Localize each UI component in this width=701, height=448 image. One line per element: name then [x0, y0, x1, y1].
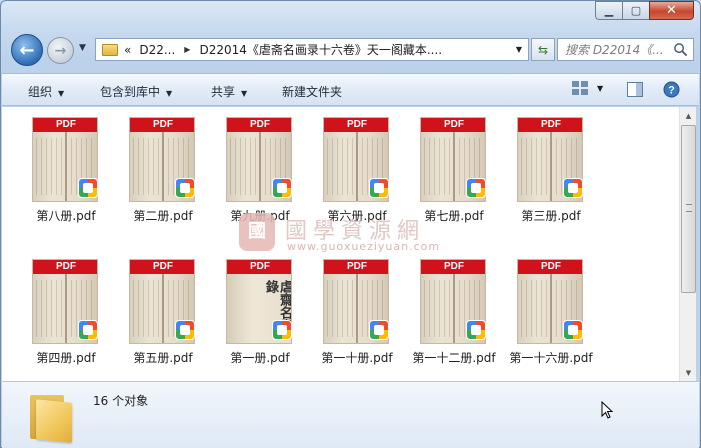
recent-pages-dropdown[interactable]: ▼: [79, 43, 86, 53]
pdf-app-icon: [466, 320, 486, 340]
pdf-label-banner: PDF: [130, 260, 194, 274]
file-item[interactable]: PDF 第五册.pdf: [114, 251, 212, 371]
scrollbar-thumb[interactable]: [681, 125, 696, 293]
file-name: 第一十二册.pdf: [412, 351, 496, 365]
folder-icon: [102, 43, 118, 56]
explorer-window: ▁ ▢ ✕ ← → ▼ « D22... ▶ D22014《虐斋名画录十六卷》天…: [0, 0, 701, 448]
pdf-label-banner: PDF: [421, 260, 485, 274]
file-name: 第一十六册.pdf: [509, 351, 593, 365]
refresh-button[interactable]: ⇆: [531, 38, 555, 61]
chevron-down-icon: ▼: [241, 89, 248, 98]
chevron-down-icon: ▼: [166, 89, 173, 98]
minimize-button[interactable]: ▁: [595, 1, 622, 20]
caption-buttons: ▁ ▢ ✕: [595, 1, 694, 20]
breadcrumb-item-current[interactable]: D22014《虐斋名画录十六卷》天一阁藏本....: [199, 41, 442, 58]
file-name: 第七册.pdf: [424, 209, 484, 223]
pdf-label-banner: PDF: [33, 118, 97, 132]
file-item[interactable]: PDF 虐齋名畫錄 第一册.pdf: [211, 251, 309, 371]
preview-pane-icon[interactable]: [627, 82, 643, 97]
pdf-label-banner: PDF: [227, 260, 291, 274]
view-options-button[interactable]: ▼: [572, 81, 603, 95]
breadcrumb-item-parent[interactable]: D22...: [139, 43, 175, 57]
file-list-area[interactable]: PDF 第八册.pdf PDF 第二册.pdf PDF 第九册.pdf PDF 第六册.pdf…: [2, 107, 679, 381]
chevron-down-icon: ▼: [597, 83, 604, 93]
include-in-library-menu[interactable]: 包含到库中 ▼: [100, 83, 172, 100]
file-name: 第四册.pdf: [36, 351, 96, 365]
forward-arrow-icon: →: [54, 42, 67, 59]
pdf-app-icon: [175, 320, 195, 340]
pdf-app-icon: [272, 320, 292, 340]
pdf-app-icon: [78, 320, 98, 340]
pdf-app-icon: [78, 178, 98, 198]
file-name: 第六册.pdf: [327, 209, 387, 223]
file-name: 第八册.pdf: [36, 209, 96, 223]
vertical-scrollbar[interactable]: ▲ ▼: [679, 107, 696, 381]
file-name: 第五册.pdf: [133, 351, 193, 365]
scroll-down-icon[interactable]: ▼: [680, 364, 697, 381]
close-button[interactable]: ✕: [649, 1, 694, 20]
folder-icon: [30, 389, 74, 443]
pdf-app-icon: [466, 178, 486, 198]
back-button[interactable]: ←: [11, 34, 43, 66]
file-item[interactable]: PDF 第七册.pdf: [405, 109, 503, 229]
details-pane: 16 个对象: [2, 381, 699, 448]
file-item[interactable]: PDF 第三册.pdf: [502, 109, 600, 229]
file-item[interactable]: PDF 第二册.pdf: [114, 109, 212, 229]
address-bar[interactable]: « D22... ▶ D22014《虐斋名画录十六卷》天一阁藏本.... ▼: [95, 38, 529, 61]
file-name: 第一册.pdf: [230, 351, 290, 365]
command-bar: 组织 ▼ 包含到库中 ▼ 共享 ▼ 新建文件夹 ▼ ?: [2, 73, 699, 106]
new-folder-button[interactable]: 新建文件夹: [282, 83, 342, 100]
forward-button[interactable]: →: [47, 37, 74, 64]
svg-text:?: ?: [668, 85, 675, 97]
pdf-label-banner: PDF: [130, 118, 194, 132]
pdf-app-icon: [272, 178, 292, 198]
mouse-cursor-icon: [601, 401, 613, 419]
search-input[interactable]: 搜索 D22014《...: [557, 38, 694, 61]
file-item[interactable]: PDF 第九册.pdf: [211, 109, 309, 229]
include-library-label: 包含到库中: [100, 85, 161, 99]
search-icon[interactable]: [673, 42, 688, 57]
organize-menu[interactable]: 组织 ▼: [28, 83, 64, 100]
search-placeholder: 搜索 D22014《...: [565, 43, 664, 57]
file-item[interactable]: PDF 第一十册.pdf: [308, 251, 406, 371]
pdf-app-icon: [369, 178, 389, 198]
pdf-app-icon: [369, 320, 389, 340]
scroll-up-icon[interactable]: ▲: [680, 107, 697, 124]
breadcrumb-overflow[interactable]: «: [124, 43, 131, 57]
breadcrumb-separator-icon[interactable]: ▶: [184, 45, 190, 54]
file-name: 第二册.pdf: [133, 209, 193, 223]
pdf-label-banner: PDF: [33, 260, 97, 274]
navigation-bar: ← → ▼ « D22... ▶ D22014《虐斋名画录十六卷》天一阁藏本..…: [9, 34, 694, 66]
refresh-icon: ⇆: [537, 42, 549, 57]
chevron-down-icon: ▼: [58, 89, 65, 98]
file-item[interactable]: PDF 第一十二册.pdf: [405, 251, 503, 371]
pdf-label-banner: PDF: [227, 118, 291, 132]
file-name: 第一十册.pdf: [321, 351, 393, 365]
pdf-label-banner: PDF: [518, 118, 582, 132]
pdf-app-icon: [175, 178, 195, 198]
file-name: 第九册.pdf: [230, 209, 290, 223]
maximize-button[interactable]: ▢: [622, 1, 649, 20]
file-item[interactable]: PDF 第一十六册.pdf: [502, 251, 600, 371]
pdf-label-banner: PDF: [324, 260, 388, 274]
pdf-label-banner: PDF: [324, 118, 388, 132]
file-name: 第三册.pdf: [521, 209, 581, 223]
item-count: 16 个对象: [93, 394, 149, 408]
share-menu[interactable]: 共享 ▼: [211, 83, 247, 100]
view-options-icon: [572, 81, 588, 95]
share-label: 共享: [211, 85, 236, 99]
organize-label: 组织: [28, 85, 53, 99]
back-arrow-icon: ←: [19, 39, 35, 61]
pdf-app-icon: [563, 320, 583, 340]
pdf-label-banner: PDF: [421, 118, 485, 132]
pdf-label-banner: PDF: [518, 260, 582, 274]
file-item[interactable]: PDF 第八册.pdf: [17, 109, 115, 229]
address-dropdown-icon[interactable]: ▼: [510, 39, 528, 60]
pdf-app-icon: [563, 178, 583, 198]
help-icon[interactable]: ?: [663, 81, 680, 98]
file-item[interactable]: PDF 第六册.pdf: [308, 109, 406, 229]
file-item[interactable]: PDF 第四册.pdf: [17, 251, 115, 371]
